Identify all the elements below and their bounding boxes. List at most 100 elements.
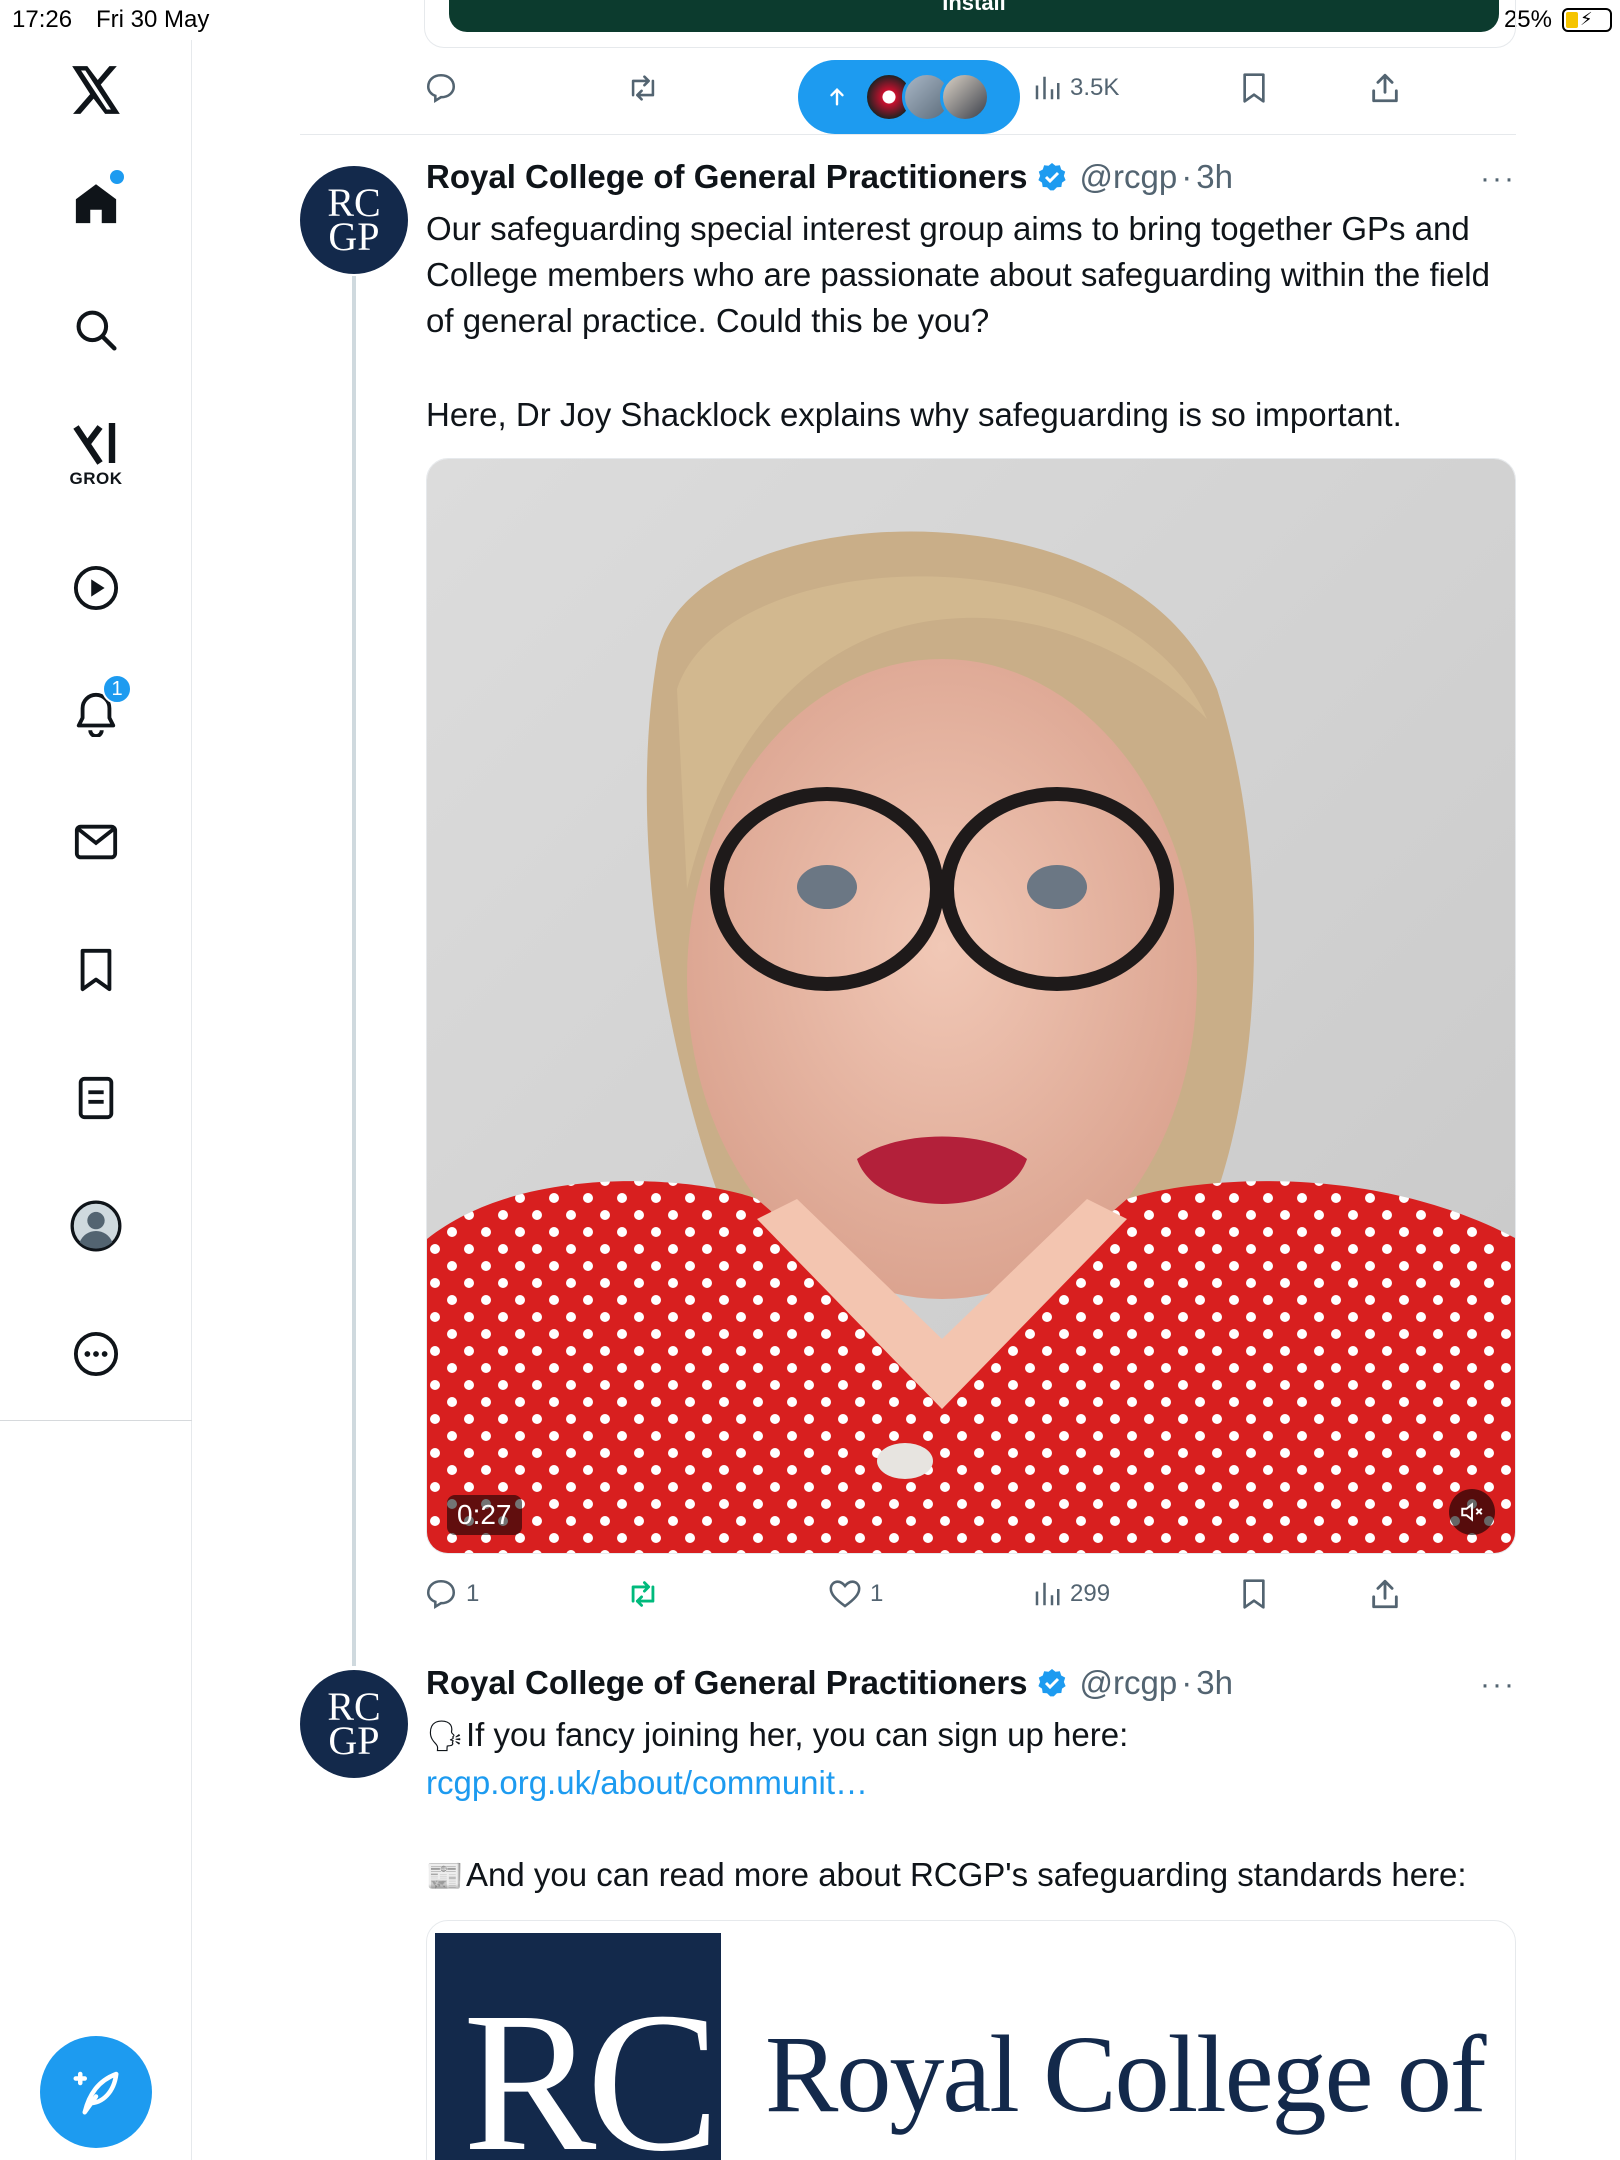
speaking-head-icon: 🗣 [426,1720,465,1753]
reply-icon [426,73,456,104]
sidebar-item-grok[interactable]: GROK [56,416,136,496]
video-player[interactable]: 0:27 [426,458,1516,1554]
card-title: Royal College of [765,2013,1487,2135]
divider [300,134,1516,135]
tweet-actions: 1 1 299 [424,1566,1516,1626]
share-upload-icon [1372,1579,1398,1609]
sidebar-item-lists[interactable] [56,1058,136,1138]
pill-avatar [940,72,990,122]
bookmark-icon [1243,1579,1265,1609]
sidebar-item-more[interactable] [56,1314,136,1394]
thread-line [352,276,356,1666]
repost-icon [631,1581,655,1607]
sidebar-item-profile[interactable] [56,1186,136,1266]
views-bars-icon [1035,1582,1060,1606]
grok-icon [73,423,116,465]
tweet-text: 🗣If you fancy joining her, you can sign … [426,1712,1516,1806]
promo-card: Install [424,0,1516,48]
notifications-badge: 1 [102,674,132,704]
rcgp-logo: RC [435,1933,721,2160]
avatar-text: GP [328,1718,380,1763]
author-handle[interactable]: @rcgp [1080,1664,1178,1702]
new-posts-pill[interactable] [798,60,1020,134]
status-date: Fri 30 May [96,6,210,33]
like-count: 1 [870,1580,884,1607]
author-name[interactable]: Royal College of General Practitioners [426,1664,1028,1702]
x-logo-link[interactable] [56,50,136,130]
newspaper-icon: 📰 [426,1860,464,1893]
views-count: 3.5K [1070,74,1120,101]
more-options-icon[interactable]: ··· [1480,162,1516,196]
video-frame [427,459,1515,1553]
mute-button[interactable] [1449,1489,1495,1535]
compose-feather-icon [73,2071,119,2115]
compose-post-button[interactable] [40,2036,152,2148]
verified-badge-icon [1037,163,1066,191]
search-icon [76,310,117,351]
share-button[interactable] [1368,60,1402,116]
grok-label: GROK [69,469,123,488]
reply-button[interactable] [424,60,458,116]
x-logo-icon [72,66,120,114]
reply-button[interactable]: 1 [424,1566,479,1622]
tweet-text: 📰And you can read more about RCGP's safe… [426,1852,1516,1900]
link-preview-card[interactable]: RC Royal College of [426,1920,1516,2160]
separator: · [1181,1664,1193,1701]
avatar[interactable]: RC GP [300,1670,408,1778]
home-unread-dot [110,170,124,184]
play-circle-icon [73,565,119,611]
sidebar-item-explore[interactable] [56,290,136,370]
avatar[interactable]: RC GP [300,166,408,274]
bookmark-button[interactable] [1238,60,1270,116]
home-icon [75,184,117,224]
heart-icon [829,1580,861,1608]
sidebar-item-messages[interactable] [56,802,136,882]
reply-count: 1 [466,1580,480,1607]
tweet-header: Royal College of General Practitioners @… [426,158,1233,196]
share-button[interactable] [1368,1566,1402,1622]
repost-button[interactable] [624,60,662,116]
sidebar-item-bookmarks[interactable] [56,930,136,1010]
bookmark-icon [80,948,112,992]
battery-icon: ⚡ [1562,8,1612,32]
video-duration: 0:27 [447,1495,522,1535]
repost-button[interactable] [624,1566,662,1622]
profile-avatar-icon [70,1200,122,1252]
tweet-link[interactable]: rcgp.org.uk/about/communit… [426,1764,868,1801]
tweet-text-body: And you can read more about RCGP's safeg… [466,1856,1467,1893]
mail-icon [74,824,118,860]
like-button[interactable]: 1 [828,1566,883,1622]
verified-badge-icon [1037,1669,1066,1697]
separator: · [1181,158,1193,195]
status-time: 17:26 [12,6,73,33]
more-circle-icon [73,1331,119,1377]
author-handle[interactable]: @rcgp [1080,158,1178,196]
sidebar-item-notifications[interactable]: 1 [56,674,136,754]
muted-speaker-icon [1461,1502,1483,1522]
share-upload-icon [1372,73,1398,103]
sidebar-item-home[interactable] [56,164,136,244]
list-document-icon [78,1076,114,1120]
tweet-text: Here, Dr Joy Shacklock explains why safe… [426,396,1402,433]
install-button[interactable]: Install [449,0,1499,32]
views-bars-icon [1035,76,1060,100]
tweet-header: Royal College of General Practitioners @… [426,1664,1233,1702]
repost-icon [631,75,655,101]
sidebar-nav: GROK 1 [0,40,192,2160]
sidebar-item-videos[interactable] [56,548,136,628]
sidebar-divider [0,1420,192,1421]
timestamp[interactable]: 3h [1196,1664,1233,1702]
arrow-up-icon [830,87,844,106]
avatar-text: GP [328,214,380,259]
tweet-text-prefix: If you fancy joining her, you can sign u… [466,1716,1129,1753]
reply-icon [426,1579,456,1610]
tweet-text: Our safeguarding special interest group … [426,210,1490,339]
more-options-icon[interactable]: ··· [1480,1668,1516,1702]
views-button[interactable]: 3.5K [1032,60,1119,116]
timestamp[interactable]: 3h [1196,158,1233,196]
views-button[interactable]: 299 [1032,1566,1110,1622]
bookmark-icon [1243,73,1265,103]
bookmark-button[interactable] [1238,1566,1270,1622]
views-count: 299 [1070,1580,1111,1607]
author-name[interactable]: Royal College of General Practitioners [426,158,1028,196]
